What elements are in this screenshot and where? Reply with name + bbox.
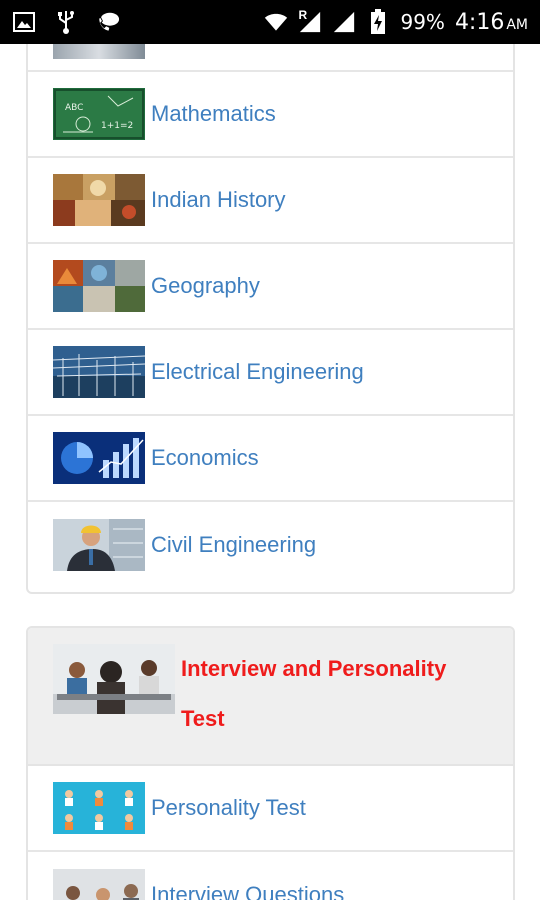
list-item-civil-engineering[interactable]: Civil Engineering	[28, 502, 513, 588]
subjects-card: ABC 1+1=2 Mathematics Indian History Geo…	[26, 44, 515, 594]
power-station-thumbnail	[53, 346, 145, 398]
list-item-partial[interactable]	[28, 44, 513, 72]
gallery-icon	[12, 10, 36, 34]
interview-panel-thumbnail	[53, 869, 145, 900]
list-item-geography[interactable]: Geography	[28, 244, 513, 330]
list-item-personality-test[interactable]: Personality Test	[28, 766, 513, 852]
signal-icon-2	[332, 10, 356, 34]
interview-card: Interview and Personality Test Personali…	[26, 626, 515, 900]
item-label: Personality Test	[151, 795, 306, 820]
list-item-mathematics[interactable]: ABC 1+1=2 Mathematics	[28, 72, 513, 158]
list-item-interview-questions[interactable]: Interview Questions	[28, 852, 513, 900]
item-label: Indian History	[151, 187, 286, 212]
geography-collage-thumbnail	[53, 260, 145, 312]
battery-charging-icon	[366, 9, 390, 34]
item-label: Interview Questions	[151, 882, 345, 900]
item-label: Economics	[151, 445, 259, 470]
roaming-indicator: R	[298, 8, 308, 22]
partial-thumbnail	[53, 44, 145, 59]
item-label: Mathematics	[151, 101, 276, 126]
list-item-economics[interactable]: Economics	[28, 416, 513, 502]
svg-text:1+1=2: 1+1=2	[101, 121, 133, 131]
clock: 4:16 AM	[454, 9, 528, 35]
status-bar: R 99% 4:16 AM	[0, 0, 540, 44]
svg-text:ABC: ABC	[65, 103, 83, 113]
engineer-thumbnail	[53, 519, 145, 571]
usb-icon	[54, 10, 78, 34]
people-icons-thumbnail	[53, 782, 145, 834]
wifi-icon	[264, 10, 288, 34]
section-title: Interview and Personality Test	[181, 656, 447, 731]
item-label: Electrical Engineering	[151, 359, 364, 384]
call-icon	[96, 10, 120, 34]
interview-header-thumbnail	[53, 644, 175, 714]
main-content: ABC 1+1=2 Mathematics Indian History Geo…	[0, 44, 540, 900]
item-label: Civil Engineering	[151, 532, 317, 557]
list-item-indian-history[interactable]: Indian History	[28, 158, 513, 244]
section-header[interactable]: Interview and Personality Test	[28, 628, 513, 766]
signal-icon: R	[298, 8, 322, 34]
history-collage-thumbnail	[53, 174, 145, 226]
chalkboard-thumbnail: ABC 1+1=2	[53, 88, 145, 140]
battery-percent: 99%	[400, 10, 445, 34]
item-label: Geography	[151, 273, 260, 298]
list-item-electrical-engineering[interactable]: Electrical Engineering	[28, 330, 513, 416]
economics-chart-thumbnail	[53, 432, 145, 484]
